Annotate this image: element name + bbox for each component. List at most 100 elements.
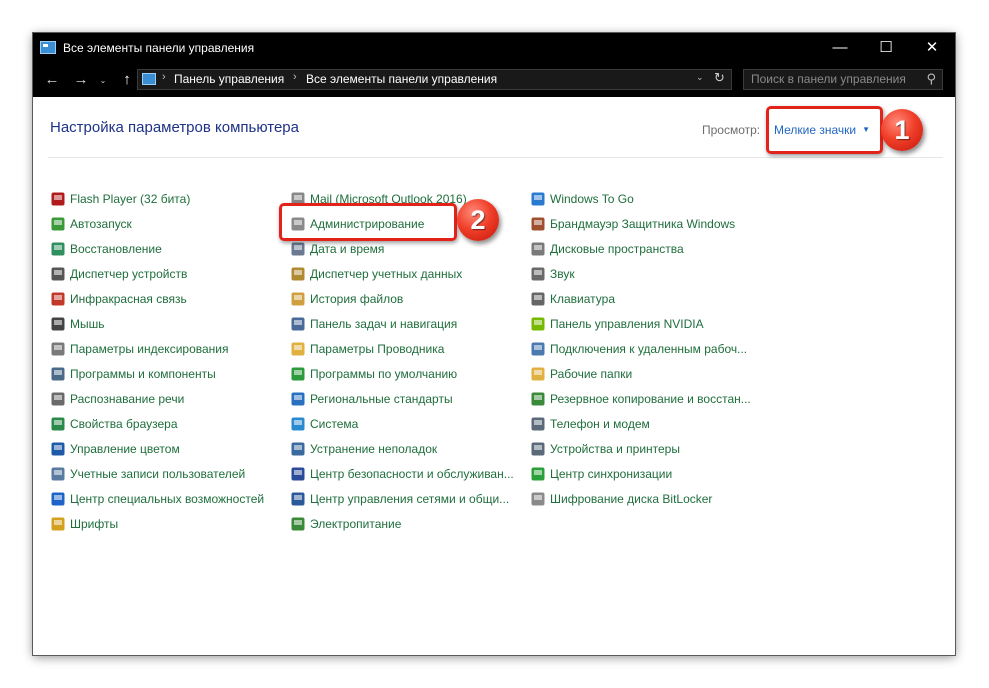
breadcrumb-separator[interactable]: › xyxy=(293,71,297,83)
control-panel-item[interactable]: Центр специальных возможностей xyxy=(50,486,264,511)
item-label[interactable]: Центр специальных возможностей xyxy=(70,492,264,506)
item-label[interactable]: Параметры Проводника xyxy=(310,342,444,356)
control-panel-item[interactable]: Подключения к удаленным рабоч... xyxy=(530,336,751,361)
control-panel-item[interactable]: Резервное копирование и восстан... xyxy=(530,386,751,411)
control-panel-item[interactable]: Региональные стандарты xyxy=(290,386,514,411)
control-panel-item[interactable]: Управление цветом xyxy=(50,436,264,461)
control-panel-item[interactable]: Диспетчер учетных данных xyxy=(290,261,514,286)
control-panel-item[interactable]: Центр управления сетями и общи... xyxy=(290,486,514,511)
item-label[interactable]: Телефон и модем xyxy=(550,417,650,431)
control-panel-item[interactable]: Программы и компоненты xyxy=(50,361,264,386)
infrared-icon xyxy=(50,291,66,307)
control-panel-item[interactable]: Звук xyxy=(530,261,751,286)
item-label[interactable]: Дисковые пространства xyxy=(550,242,684,256)
item-label[interactable]: Панель управления NVIDIA xyxy=(550,317,704,331)
item-label[interactable]: Звук xyxy=(550,267,575,281)
control-panel-item[interactable]: Рабочие папки xyxy=(530,361,751,386)
maximize-button[interactable]: ☐ xyxy=(863,33,909,63)
control-panel-item[interactable]: Учетные записи пользователей xyxy=(50,461,264,486)
control-panel-item[interactable]: Мышь xyxy=(50,311,264,336)
control-panel-item[interactable]: Параметры Проводника xyxy=(290,336,514,361)
breadcrumb-all-items[interactable]: Все элементы панели управления xyxy=(306,72,497,86)
item-label[interactable]: Клавиатура xyxy=(550,292,615,306)
item-label[interactable]: Диспетчер учетных данных xyxy=(310,267,462,281)
address-history-chevron-icon[interactable]: ⌄ xyxy=(696,72,704,83)
item-label[interactable]: Панель задач и навигация xyxy=(310,317,457,331)
items-column-1: Flash Player (32 бита) Автозапуск Восстано… xyxy=(50,186,264,536)
control-panel-item[interactable]: Программы по умолчанию xyxy=(290,361,514,386)
control-panel-item[interactable]: Восстановление xyxy=(50,236,264,261)
item-label[interactable]: Центр управления сетями и общи... xyxy=(310,492,509,506)
control-panel-item[interactable]: Диспетчер устройств xyxy=(50,261,264,286)
control-panel-item[interactable]: Центр безопасности и обслуживан... xyxy=(290,461,514,486)
item-label[interactable]: Центр синхронизации xyxy=(550,467,672,481)
search-input[interactable]: Поиск в панели управления ⚲ xyxy=(743,69,943,90)
address-bar[interactable]: › Панель управления › Все элементы панел… xyxy=(137,69,732,90)
control-panel-item[interactable]: Центр синхронизации xyxy=(530,461,751,486)
forward-button[interactable]: → xyxy=(71,71,91,89)
item-label[interactable]: История файлов xyxy=(310,292,403,306)
item-label[interactable]: Система xyxy=(310,417,358,431)
control-panel-item[interactable]: Система xyxy=(290,411,514,436)
item-label[interactable]: Электропитание xyxy=(310,517,401,531)
control-panel-item[interactable]: Клавиатура xyxy=(530,286,751,311)
item-label[interactable]: Дата и время xyxy=(310,242,384,256)
item-label[interactable]: Управление цветом xyxy=(70,442,180,456)
item-label[interactable]: Параметры индексирования xyxy=(70,342,228,356)
breadcrumb-separator[interactable]: › xyxy=(162,71,166,83)
item-label[interactable]: Программы и компоненты xyxy=(70,367,216,381)
control-panel-item[interactable]: Устранение неполадок xyxy=(290,436,514,461)
item-label[interactable]: Инфракрасная связь xyxy=(70,292,187,306)
item-label[interactable]: Региональные стандарты xyxy=(310,392,453,406)
search-icon[interactable]: ⚲ xyxy=(926,71,936,87)
item-label[interactable]: Подключения к удаленным рабоч... xyxy=(550,342,747,356)
item-label[interactable]: Учетные записи пользователей xyxy=(70,467,245,481)
control-panel-item[interactable]: Параметры индексирования xyxy=(50,336,264,361)
item-label[interactable]: Мышь xyxy=(70,317,105,331)
control-panel-item[interactable]: Свойства браузера xyxy=(50,411,264,436)
control-panel-item[interactable]: Автозапуск xyxy=(50,211,264,236)
item-label[interactable]: Автозапуск xyxy=(70,217,132,231)
control-panel-item[interactable]: Flash Player (32 бита) xyxy=(50,186,264,211)
item-label[interactable]: Распознавание речи xyxy=(70,392,184,406)
control-panel-item[interactable]: Панель задач и навигация xyxy=(290,311,514,336)
item-label[interactable]: Шрифты xyxy=(70,517,118,531)
control-panel-item[interactable]: Шифрование диска BitLocker xyxy=(530,486,751,511)
item-label[interactable]: Рабочие папки xyxy=(550,367,632,381)
control-panel-item[interactable]: Панель управления NVIDIA xyxy=(530,311,751,336)
item-label[interactable]: Устройства и принтеры xyxy=(550,442,680,456)
control-panel-item[interactable]: История файлов xyxy=(290,286,514,311)
item-label[interactable]: Центр безопасности и обслуживан... xyxy=(310,467,514,481)
item-label[interactable]: Диспетчер устройств xyxy=(70,267,187,281)
minimize-button[interactable]: — xyxy=(817,33,863,63)
control-panel-item[interactable]: Распознавание речи xyxy=(50,386,264,411)
control-panel-item[interactable]: Брандмауэр Защитника Windows xyxy=(530,211,751,236)
control-panel-item[interactable]: Электропитание xyxy=(290,511,514,536)
item-label[interactable]: Программы по умолчанию xyxy=(310,367,457,381)
item-label[interactable]: Flash Player (32 бита) xyxy=(70,192,190,206)
close-button[interactable]: ✕ xyxy=(909,33,955,63)
recent-locations-button[interactable]: ⌄ xyxy=(93,72,113,90)
item-label[interactable]: Восстановление xyxy=(70,242,162,256)
bitlocker-icon xyxy=(530,491,546,507)
control-panel-icon xyxy=(40,41,56,54)
control-panel-item[interactable]: Телефон и модем xyxy=(530,411,751,436)
refresh-icon[interactable]: ↻ xyxy=(714,70,725,86)
item-label[interactable]: Резервное копирование и восстан... xyxy=(550,392,751,406)
item-label[interactable]: Windows To Go xyxy=(550,192,634,206)
item-label[interactable]: Устранение неполадок xyxy=(310,442,437,456)
control-panel-item[interactable]: Дисковые пространства xyxy=(530,236,751,261)
control-panel-item[interactable]: Шрифты xyxy=(50,511,264,536)
speech-icon xyxy=(50,391,66,407)
breadcrumb-control-panel[interactable]: Панель управления xyxy=(174,72,284,86)
control-panel-item[interactable]: Windows To Go xyxy=(530,186,751,211)
item-label[interactable]: Свойства браузера xyxy=(70,417,178,431)
control-panel-item[interactable]: Инфракрасная связь xyxy=(50,286,264,311)
control-panel-item[interactable]: Устройства и принтеры xyxy=(530,436,751,461)
back-button[interactable]: ← xyxy=(42,71,62,89)
item-label[interactable]: Шифрование диска BitLocker xyxy=(550,492,712,506)
up-button[interactable]: ↑ xyxy=(117,71,137,89)
firewall-icon xyxy=(530,216,546,232)
item-label[interactable]: Брандмауэр Защитника Windows xyxy=(550,217,735,231)
title-bar[interactable]: Все элементы панели управления — ☐ ✕ xyxy=(33,33,955,63)
